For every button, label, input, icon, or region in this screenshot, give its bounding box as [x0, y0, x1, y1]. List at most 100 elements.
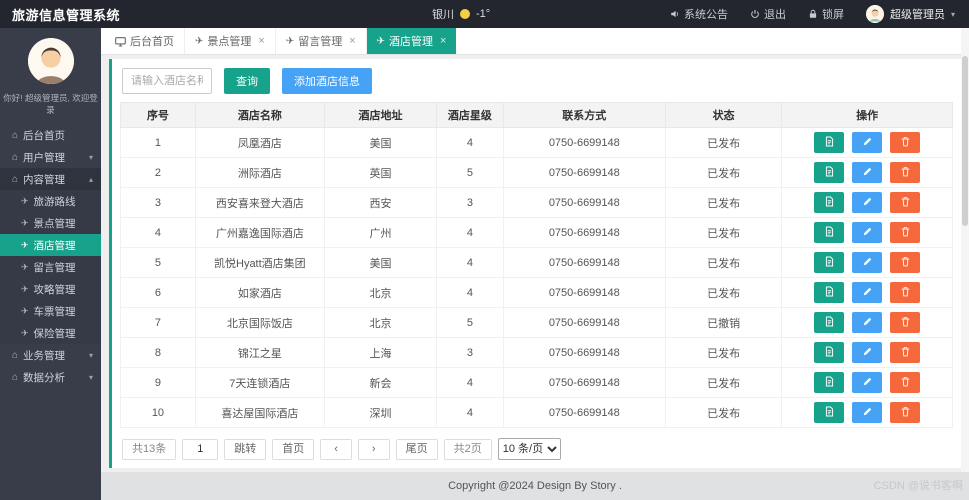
lock-screen-button[interactable]: 锁屏 [808, 6, 844, 22]
sidebar-item[interactable]: ✈ 旅游路线 [0, 190, 101, 212]
sidebar-item[interactable]: ✈ 保险管理 [0, 322, 101, 344]
search-input[interactable] [122, 68, 212, 94]
sidebar-item[interactable]: ⌂ 用户管理 ▾ [0, 146, 101, 168]
edit-button[interactable] [852, 282, 883, 303]
cell-status: 已发布 [664, 277, 783, 308]
prev-page-button[interactable]: ‹ [320, 438, 352, 460]
delete-button[interactable] [890, 402, 921, 423]
sidebar-item[interactable]: ⌂ 内容管理 ▴ [0, 168, 101, 190]
view-button[interactable] [814, 372, 845, 393]
cell-address: 上海 [323, 337, 438, 368]
page-size-select[interactable]: 10 条/页 [497, 438, 561, 460]
edit-button[interactable] [852, 132, 883, 153]
view-button[interactable] [814, 252, 845, 273]
sidebar: 你好! 超级管理员, 欢迎登录 ⌂ 后台首页 ⌂ 用户管理 ▾ ⌂ 内容管理 ▴… [0, 28, 101, 500]
hotel-panel: 查询 添加酒店信息 序号 酒店名称 [109, 59, 961, 468]
scrollbar[interactable] [961, 28, 969, 472]
sidebar-item[interactable]: ⌂ 数据分析 ▾ [0, 366, 101, 388]
edit-button[interactable] [852, 222, 883, 243]
edit-button[interactable] [852, 342, 883, 363]
add-hotel-button[interactable]: 添加酒店信息 [282, 68, 372, 94]
menu-label: 保险管理 [33, 327, 76, 340]
tab[interactable]: ✈ 留言管理 × [276, 28, 367, 54]
cell-name: 7天连锁酒店 [194, 367, 325, 398]
next-page-button[interactable]: › [357, 438, 390, 460]
edit-button[interactable] [852, 402, 883, 423]
table-row: 3 西安喜来登大酒店 西安 3 0750-6699148 已发布 [120, 187, 953, 218]
edit-button[interactable] [852, 162, 883, 183]
logout-button[interactable]: 退出 [750, 6, 786, 22]
view-button[interactable] [814, 132, 845, 153]
tab[interactable]: 后台首页 [105, 28, 185, 54]
user-menu[interactable]: 超级管理员 ▾ [865, 5, 955, 23]
plane-icon: ✈ [195, 35, 204, 47]
cell-phone: 0750-6699148 [502, 337, 666, 368]
view-button[interactable] [814, 342, 845, 363]
announcement-button[interactable]: 系统公告 [670, 6, 728, 22]
menu-label: 后台首页 [23, 129, 66, 142]
cell-address: 西安 [323, 187, 438, 218]
delete-button[interactable] [890, 192, 921, 213]
delete-button[interactable] [890, 342, 921, 363]
delete-button[interactable] [890, 162, 921, 183]
table-row: 10 喜达屋国际酒店 深圳 4 0750-6699148 已发布 [120, 397, 953, 428]
cell-stars: 4 [436, 397, 504, 428]
cell-name: 西安喜来登大酒店 [194, 187, 325, 218]
pencil-icon [862, 195, 873, 210]
jump-button[interactable]: 跳转 [224, 438, 267, 460]
tab[interactable]: ✈ 景点管理 × [185, 28, 276, 54]
sidebar-item[interactable]: ✈ 景点管理 [0, 212, 101, 234]
sidebar-item[interactable]: ⌂ 后台首页 [0, 124, 101, 146]
sidebar-item[interactable]: ✈ 留言管理 [0, 256, 101, 278]
last-page-button[interactable]: 尾页 [395, 438, 438, 460]
menu-label: 车票管理 [33, 305, 76, 318]
first-page-button[interactable]: 首页 [272, 438, 315, 460]
delete-button[interactable] [890, 132, 921, 153]
delete-button[interactable] [890, 282, 921, 303]
tab[interactable]: ✈ 酒店管理 × [366, 28, 457, 54]
table-row: 7 北京国际饭店 北京 5 0750-6699148 已撤销 [120, 307, 953, 338]
search-button[interactable]: 查询 [224, 68, 270, 94]
view-button[interactable] [814, 282, 845, 303]
view-button[interactable] [814, 402, 845, 423]
cell-no: 10 [120, 397, 196, 428]
edit-button[interactable] [852, 252, 883, 273]
document-icon [824, 165, 835, 180]
sidebar-item[interactable]: ⌂ 业务管理 ▾ [0, 344, 101, 366]
page-input[interactable] [182, 438, 219, 460]
pagination: 共13条 跳转 首页 ‹ › 尾页 共2页 10 条/页 [122, 438, 951, 460]
menu-label: 景点管理 [33, 217, 76, 230]
sidebar-item[interactable]: ✈ 酒店管理 [0, 234, 101, 256]
cell-name: 广州嘉逸国际酒店 [194, 217, 325, 248]
view-button[interactable] [814, 162, 845, 183]
edit-button[interactable] [852, 372, 883, 393]
tab-label: 酒店管理 [389, 36, 434, 48]
sidebar-item[interactable]: ✈ 车票管理 [0, 300, 101, 322]
cell-phone: 0750-6699148 [502, 127, 666, 158]
delete-button[interactable] [890, 222, 921, 243]
view-button[interactable] [814, 312, 845, 333]
close-icon[interactable]: × [440, 35, 446, 47]
footer: Copyright @2024 Design By Story . CSDN @… [101, 472, 969, 500]
scrollbar-thumb[interactable] [962, 56, 968, 226]
cell-no: 5 [120, 247, 196, 278]
close-icon[interactable]: × [258, 35, 264, 47]
table-row: 1 凤凰酒店 美国 4 0750-6699148 已发布 [120, 127, 953, 158]
delete-button[interactable] [890, 372, 921, 393]
cell-no: 4 [120, 217, 196, 248]
sidebar-item[interactable]: ✈ 攻略管理 [0, 278, 101, 300]
delete-button[interactable] [890, 252, 921, 273]
menu-label: 内容管理 [23, 173, 66, 186]
cell-phone: 0750-6699148 [502, 367, 666, 398]
lock-icon [808, 9, 818, 19]
edit-button[interactable] [852, 312, 883, 333]
cell-phone: 0750-6699148 [502, 157, 666, 188]
view-button[interactable] [814, 222, 845, 243]
total-count: 共13条 [122, 438, 177, 460]
edit-button[interactable] [852, 192, 883, 213]
cell-status: 已发布 [664, 127, 783, 158]
delete-button[interactable] [890, 312, 921, 333]
view-button[interactable] [814, 192, 845, 213]
close-icon[interactable]: × [349, 35, 355, 47]
column-header: 酒店地址 [323, 102, 438, 128]
